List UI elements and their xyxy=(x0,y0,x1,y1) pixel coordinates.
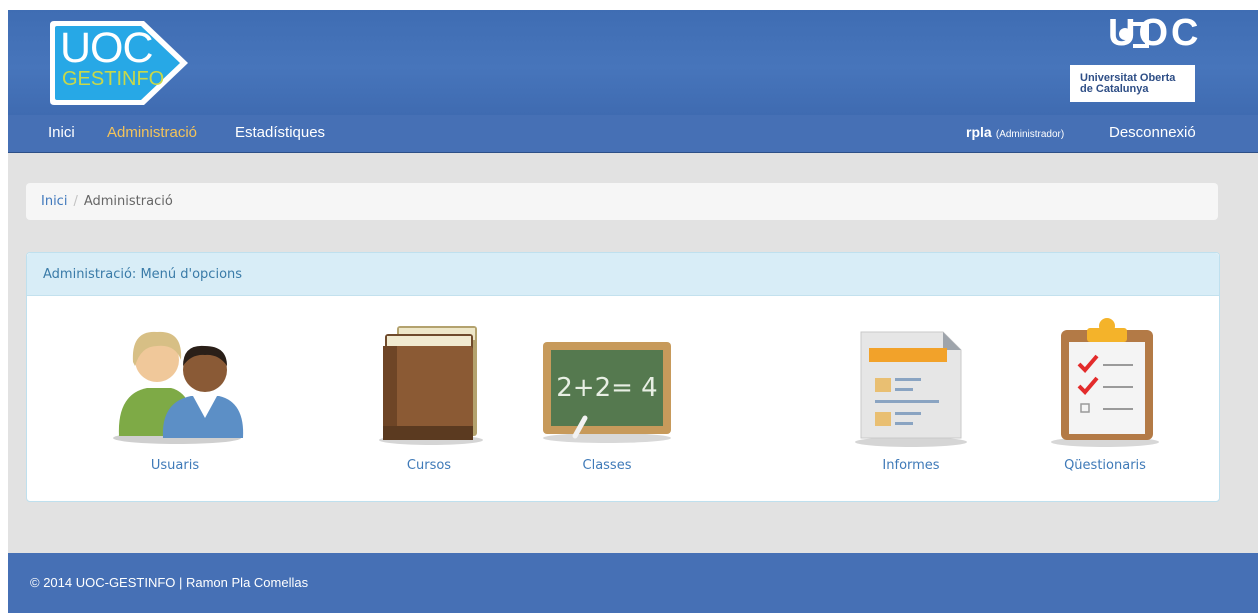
logo-title: UOC xyxy=(60,24,154,72)
footer: © 2014 UOC-GESTINFO | Ramon Pla Comellas xyxy=(8,553,1258,613)
university-short-name: UOC xyxy=(1108,12,1202,54)
option-label-cursos: Cursos xyxy=(406,458,452,473)
report-document-icon xyxy=(855,331,967,447)
university-logo[interactable]: UOC Universitat Oberta de Catalunya xyxy=(1058,12,1208,104)
breadcrumb-current: Administració xyxy=(83,194,173,209)
option-questionaris[interactable]: Qüestionaris xyxy=(1025,308,1185,483)
option-label-classes: Classes xyxy=(582,458,632,473)
page: UOC GESTINFO UOC Universitat Oberta de C… xyxy=(8,10,1258,613)
nav-item-inici[interactable]: Inici xyxy=(48,124,75,141)
nav-item-estadistiques[interactable]: Estadístiques xyxy=(235,124,325,141)
user-info[interactable]: rpla (Administrador) xyxy=(966,124,1064,141)
option-informes[interactable]: Informes xyxy=(831,308,991,483)
users-icon xyxy=(113,331,244,444)
chalkboard-text: 2+2= 4 xyxy=(556,373,657,403)
chalkboard-icon: 2+2= 4 xyxy=(543,342,671,443)
clipboard-checklist-icon xyxy=(1051,318,1159,447)
breadcrumb-separator: / xyxy=(73,194,78,209)
user-name: rpla xyxy=(966,124,992,140)
breadcrumb-home-link[interactable]: Inici xyxy=(41,194,67,209)
breadcrumb: Inici / Administració xyxy=(26,183,1218,220)
option-label-questionaris: Qüestionaris xyxy=(1064,458,1146,473)
option-usuaris[interactable]: Usuaris xyxy=(95,308,255,483)
main-navbar: Inici Administració Estadístiques rpla (… xyxy=(8,115,1258,153)
uoc-gestinfo-logo[interactable]: UOC GESTINFO xyxy=(48,19,193,107)
option-label-usuaris: Usuaris xyxy=(150,458,200,473)
logo-subtitle: GESTINFO xyxy=(62,68,165,90)
panel-heading: Administració: Menú d'opcions xyxy=(27,253,1219,296)
admin-options-panel: Administració: Menú d'opcions Usuaris Cu… xyxy=(26,252,1220,502)
option-cursos[interactable]: Cursos xyxy=(349,308,509,483)
university-name-box: Universitat Oberta de Catalunya xyxy=(1070,65,1195,102)
books-icon xyxy=(379,326,483,445)
footer-copyright: © 2014 UOC-GESTINFO | Ramon Pla Comellas xyxy=(30,575,309,590)
nav-item-administracio[interactable]: Administració xyxy=(107,124,197,141)
logout-link[interactable]: Desconnexió xyxy=(1109,124,1196,141)
option-label-informes: Informes xyxy=(882,458,940,473)
option-classes[interactable]: 2+2= 4 Classes xyxy=(527,308,687,483)
user-role: (Administrador) xyxy=(995,129,1065,140)
panel-title: Administració: Menú d'opcions xyxy=(43,267,243,282)
header: UOC GESTINFO UOC Universitat Oberta de C… xyxy=(8,10,1258,115)
university-name-line2: de Catalunya xyxy=(1080,83,1149,95)
